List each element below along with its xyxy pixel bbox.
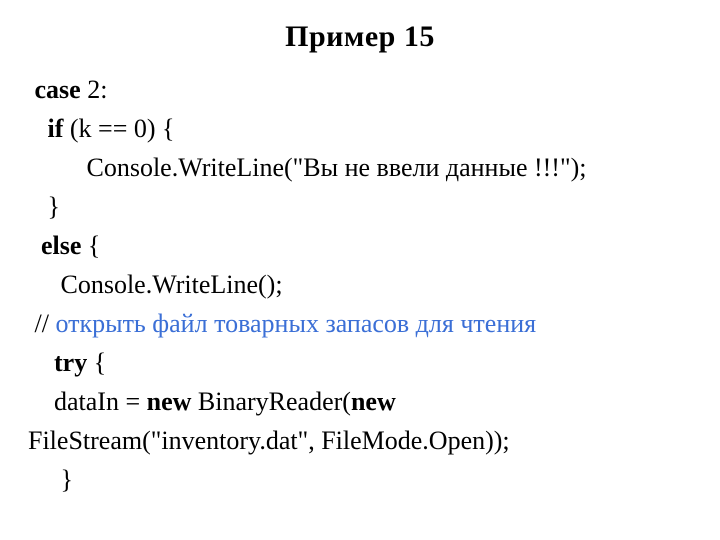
line-10: FileStream("inventory.dat", FileMode.Ope… xyxy=(28,426,510,455)
line-9-mid: BinaryReader( xyxy=(191,387,351,416)
line-4: } xyxy=(28,192,60,221)
line-5-indent xyxy=(28,231,41,260)
line-8-rest: { xyxy=(87,348,106,377)
slide: Пример 15 case 2: if (k == 0) { Console.… xyxy=(0,0,720,519)
line-5-rest: { xyxy=(81,231,100,260)
line-6: Console.WriteLine(); xyxy=(28,270,283,299)
keyword-new-2: new xyxy=(351,387,396,416)
line-2-rest: (k == 0) { xyxy=(63,114,174,143)
line-3: Console.WriteLine("Вы не ввели данные !!… xyxy=(28,153,586,182)
code-block: case 2: if (k == 0) { Console.WriteLine(… xyxy=(28,70,692,499)
slide-title: Пример 15 xyxy=(28,20,692,54)
keyword-case: case xyxy=(35,75,81,104)
line-7-pre: // xyxy=(28,309,55,338)
line-2-indent xyxy=(28,114,48,143)
comment-text: открыть файл товарных запасов для чтения xyxy=(55,309,536,338)
keyword-else: else xyxy=(41,231,81,260)
keyword-try: try xyxy=(54,348,87,377)
keyword-new-1: new xyxy=(147,387,192,416)
line-1-rest: 2: xyxy=(81,75,108,104)
line-9-pre: dataIn = xyxy=(28,387,147,416)
line-8-indent xyxy=(28,348,54,377)
line-11: } xyxy=(28,465,73,494)
keyword-if: if xyxy=(48,114,64,143)
